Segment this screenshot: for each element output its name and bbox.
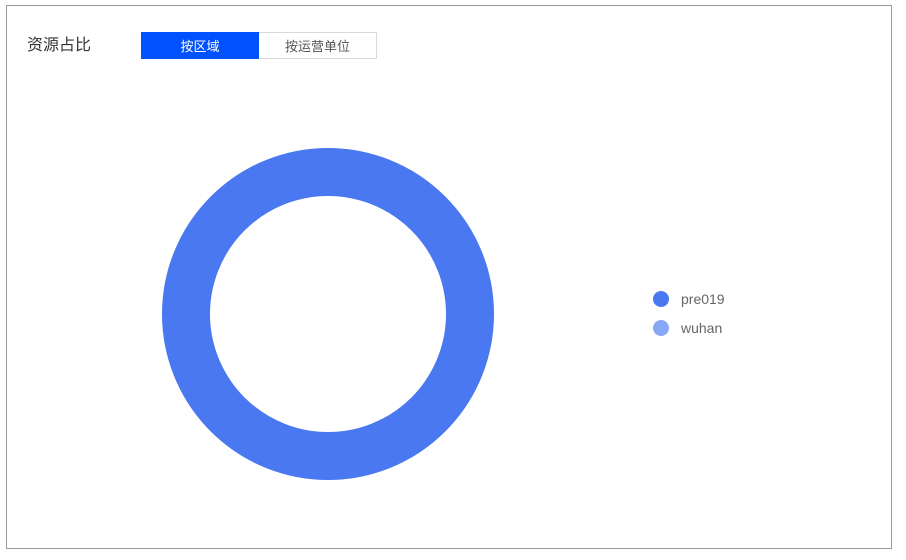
legend-dot-pre019 bbox=[653, 291, 669, 307]
donut-chart bbox=[162, 148, 494, 480]
resource-share-panel: 资源占比 按区域 按运营单位 pre019 wuhan bbox=[6, 5, 892, 549]
legend-label-pre019: pre019 bbox=[681, 291, 725, 307]
donut-slices bbox=[162, 148, 494, 480]
legend-item-pre019[interactable]: pre019 bbox=[653, 289, 725, 309]
legend-item-wuhan[interactable]: wuhan bbox=[653, 318, 725, 338]
legend-label-wuhan: wuhan bbox=[681, 320, 723, 336]
chart-legend: pre019 wuhan bbox=[653, 289, 725, 347]
donut-slice-pre019[interactable] bbox=[162, 148, 494, 480]
legend-dot-wuhan bbox=[653, 320, 669, 336]
